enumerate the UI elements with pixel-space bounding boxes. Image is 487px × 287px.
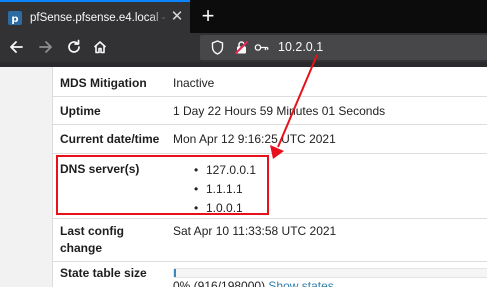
dns-highlight-box <box>56 155 269 215</box>
progress-fill <box>174 269 176 277</box>
row-value: Inactive <box>173 76 215 90</box>
state-table-value: 0% (916/198000) Show states <box>173 278 334 287</box>
row-label: Uptime <box>60 104 101 118</box>
navigation-toolbar: 10.2.0.1 <box>0 33 487 62</box>
last-config-change-value: Sat Apr 10 11:33:58 UTC 2021 <box>173 224 337 238</box>
table-row: Uptime 1 Day 22 Hours 59 Minutes 01 Seco… <box>53 96 487 124</box>
table-row: Last config change Sat Apr 10 11:33:58 U… <box>53 218 487 261</box>
row-label-line2: change <box>60 241 103 255</box>
table-row: MDS Mitigation Inactive <box>53 67 487 96</box>
row-label: Current date/time <box>60 132 160 146</box>
row-label: Last config change <box>60 223 124 257</box>
tab-close-icon[interactable]: ✕ <box>170 9 184 24</box>
uptime-value: 1 Day 22 Hours 59 Minutes 01 Seconds <box>173 104 386 118</box>
forward-arrow-icon[interactable] <box>34 35 58 59</box>
url-bar[interactable]: 10.2.0.1 <box>200 35 487 60</box>
home-icon[interactable] <box>88 35 112 59</box>
table-row: State table size 0% (916/198000) Show st… <box>53 261 487 287</box>
table-row: Current date/time Mon Apr 12 9:16:25 UTC… <box>53 124 487 153</box>
svg-text:p: p <box>11 14 18 25</box>
show-states-link[interactable]: Show states <box>268 279 333 287</box>
tab-title: pfSense.pfsense.e4.local - Status: Dashb… <box>30 11 170 24</box>
state-table-progress-bar <box>173 268 487 278</box>
current-datetime-value: Mon Apr 12 9:16:25 UTC 2021 <box>173 132 336 146</box>
key-icon[interactable] <box>254 40 269 55</box>
state-table-usage: 0% (916/198000) <box>173 279 266 287</box>
new-tab-button[interactable]: + <box>196 3 220 29</box>
row-label: MDS Mitigation <box>60 76 147 90</box>
row-label-line1: Last config <box>60 224 125 238</box>
row-label: State table size <box>60 266 147 280</box>
url-text[interactable]: 10.2.0.1 <box>278 40 323 54</box>
shield-icon[interactable] <box>210 40 225 55</box>
reload-icon[interactable] <box>62 35 86 59</box>
back-arrow-icon[interactable] <box>4 35 28 59</box>
browser-tab-active[interactable]: p pfSense.pfsense.e4.local - Status: Das… <box>0 0 190 33</box>
tab-bar: p pfSense.pfsense.e4.local - Status: Das… <box>0 0 487 33</box>
pfsense-favicon-icon: p <box>8 10 22 25</box>
insecure-lock-icon[interactable] <box>234 40 249 55</box>
